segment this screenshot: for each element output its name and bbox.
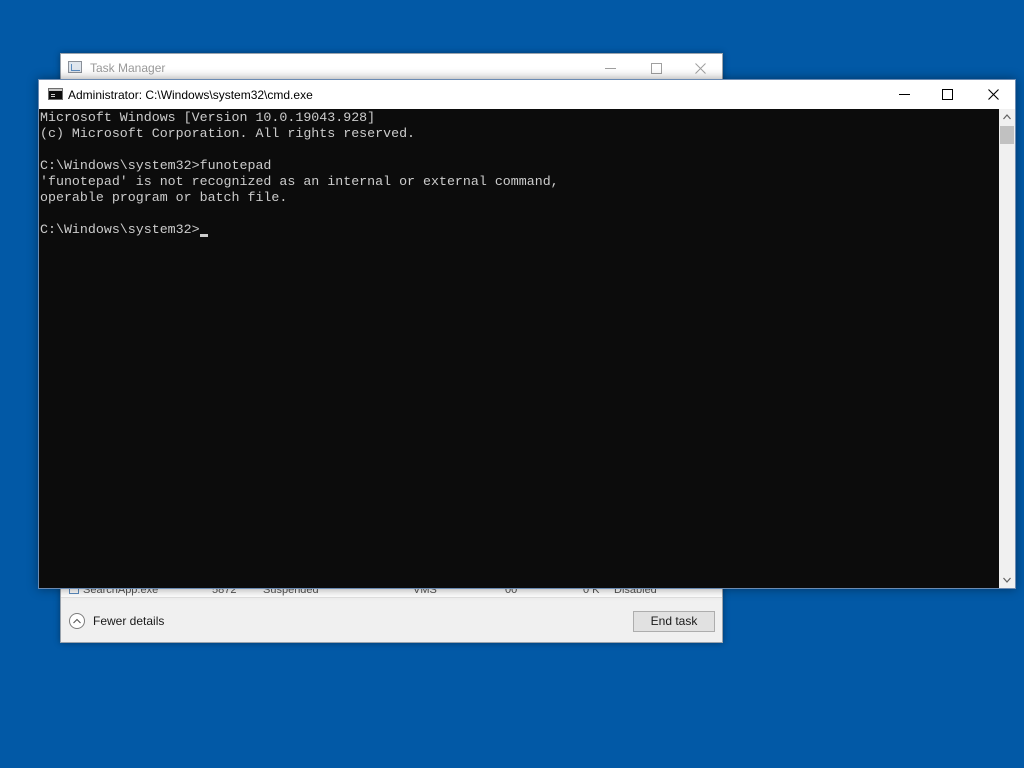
cmd-titlebar[interactable]: Administrator: C:\Windows\system32\cmd.e… bbox=[39, 80, 1015, 109]
maximize-icon bbox=[942, 89, 953, 100]
close-icon bbox=[988, 89, 999, 100]
console-line: operable program or batch file. bbox=[40, 190, 288, 205]
maximize-icon bbox=[651, 63, 662, 74]
task-manager-icon bbox=[68, 61, 82, 73]
end-task-button[interactable]: End task bbox=[633, 611, 715, 632]
console-line: Microsoft Windows [Version 10.0.19043.92… bbox=[40, 110, 376, 125]
cmd-title: Administrator: C:\Windows\system32\cmd.e… bbox=[68, 88, 313, 102]
cmd-close-button[interactable] bbox=[970, 80, 1016, 109]
fewer-details-button[interactable]: Fewer details bbox=[69, 611, 164, 631]
scroll-down-button[interactable] bbox=[999, 572, 1015, 588]
task-manager-close-button[interactable] bbox=[678, 54, 724, 82]
console-line: (c) Microsoft Corporation. All rights re… bbox=[40, 126, 416, 141]
chevron-up-icon bbox=[69, 613, 85, 629]
console-prompt-line: C:\Windows\system32> bbox=[40, 222, 200, 237]
cmd-maximize-button[interactable] bbox=[924, 80, 970, 109]
console-line: 'funotepad' is not recognized as an inte… bbox=[40, 174, 559, 189]
scroll-up-button[interactable] bbox=[999, 109, 1015, 125]
text-cursor bbox=[200, 234, 208, 237]
cmd-icon[interactable] bbox=[48, 88, 63, 100]
task-manager-maximize-button[interactable] bbox=[634, 54, 680, 82]
scroll-down-arrow-icon bbox=[1003, 577, 1011, 583]
scroll-up-arrow-icon bbox=[1003, 114, 1011, 120]
console-line: C:\Windows\system32>funotepad bbox=[40, 158, 272, 173]
task-manager-footer: Fewer details End task bbox=[61, 597, 722, 642]
task-manager-title: Task Manager bbox=[90, 61, 166, 75]
console-output[interactable]: Microsoft Windows [Version 10.0.19043.92… bbox=[39, 109, 999, 588]
cmd-window[interactable]: Administrator: C:\Windows\system32\cmd.e… bbox=[38, 79, 1016, 589]
cmd-minimize-button[interactable] bbox=[881, 80, 927, 109]
scrollbar-thumb[interactable] bbox=[1000, 126, 1014, 144]
minimize-icon bbox=[899, 94, 910, 95]
minimize-icon bbox=[605, 68, 616, 69]
close-icon bbox=[695, 63, 706, 74]
task-manager-titlebar[interactable]: Task Manager bbox=[61, 54, 722, 82]
fewer-details-label: Fewer details bbox=[93, 614, 165, 628]
task-manager-minimize-button[interactable] bbox=[588, 54, 634, 82]
console-scrollbar[interactable] bbox=[999, 109, 1015, 588]
